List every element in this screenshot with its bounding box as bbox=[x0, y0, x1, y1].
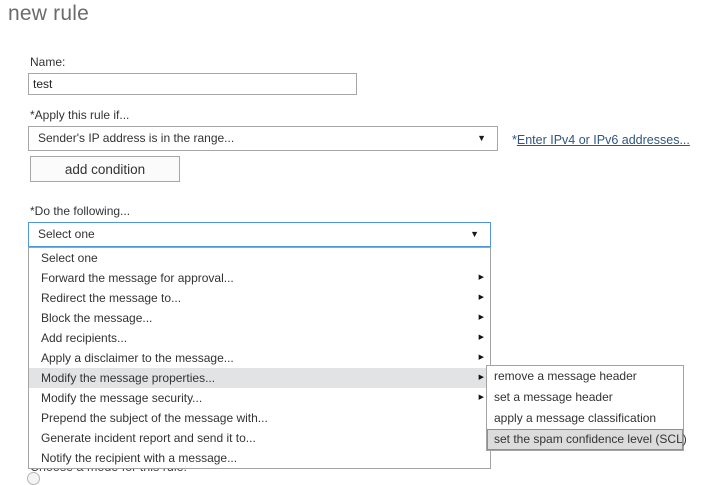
action-menu-item[interactable]: Generate incident report and send it to.… bbox=[29, 428, 490, 448]
action-menu-item[interactable]: Modify the message security... ▶ bbox=[29, 388, 490, 408]
action-menu-item[interactable]: Redirect the message to... ▶ bbox=[29, 288, 490, 308]
action-menu: Select one Forward the message for approv… bbox=[28, 247, 491, 469]
submenu-arrow-icon: ▶ bbox=[479, 368, 484, 388]
menu-item-label: Notify the recipient with a message... bbox=[41, 451, 237, 465]
action-menu-item[interactable]: Add recipients... ▶ bbox=[29, 328, 490, 348]
dropdown-arrow-icon: ▼ bbox=[477, 127, 486, 150]
menu-item-label: Modify the message properties... bbox=[41, 371, 215, 385]
action-menu-item[interactable]: Prepend the subject of the message with.… bbox=[29, 408, 490, 428]
submenu-arrow-icon: ▶ bbox=[479, 348, 484, 368]
menu-item-label: Redirect the message to... bbox=[41, 291, 181, 305]
menu-item-label: Select one bbox=[41, 251, 98, 265]
action-menu-item[interactable]: Select one bbox=[29, 248, 490, 268]
menu-item-label: Block the message... bbox=[41, 311, 152, 325]
menu-item-label: Forward the message for approval... bbox=[41, 271, 234, 285]
action-menu-item[interactable]: Forward the message for approval... ▶ bbox=[29, 268, 490, 288]
submenu-item[interactable]: set the spam confidence level (SCL) bbox=[487, 429, 683, 450]
submenu-arrow-icon: ▶ bbox=[479, 268, 484, 288]
condition-label: *Apply this rule if... bbox=[30, 108, 129, 122]
menu-item-label: set the spam confidence level (SCL) bbox=[494, 432, 687, 446]
condition-select[interactable]: Sender's IP address is in the range... ▼ bbox=[28, 126, 498, 151]
action-menu-item[interactable]: Notify the recipient with a message... bbox=[29, 448, 490, 468]
submenu-item[interactable]: remove a message header bbox=[487, 366, 683, 387]
submenu-arrow-icon: ▶ bbox=[479, 388, 484, 408]
submenu-item[interactable]: set a message header bbox=[487, 387, 683, 408]
dropdown-arrow-icon: ▼ bbox=[470, 223, 479, 246]
action-menu-item[interactable]: Modify the message properties... ▶ bbox=[29, 368, 490, 388]
menu-item-label: set a message header bbox=[494, 390, 613, 404]
new-rule-dialog: new rule Name: *Apply this rule if... Se… bbox=[0, 0, 712, 479]
action-select[interactable]: Select one ▼ bbox=[28, 222, 491, 247]
submenu-arrow-icon: ▶ bbox=[479, 288, 484, 308]
menu-item-label: Prepend the subject of the message with.… bbox=[41, 411, 268, 425]
condition-select-value: Sender's IP address is in the range... bbox=[38, 131, 234, 145]
enter-ip-addresses-link[interactable]: *Enter IPv4 or IPv6 addresses... bbox=[512, 133, 690, 147]
menu-item-label: Generate incident report and send it to.… bbox=[41, 431, 256, 445]
menu-item-label: Add recipients... bbox=[41, 331, 127, 345]
menu-item-label: apply a message classification bbox=[494, 411, 656, 425]
action-select-value: Select one bbox=[38, 227, 95, 241]
add-condition-button[interactable]: add condition bbox=[30, 156, 180, 182]
menu-item-label: Apply a disclaimer to the message... bbox=[41, 351, 234, 365]
name-label: Name: bbox=[30, 55, 65, 69]
menu-item-label: remove a message header bbox=[494, 369, 637, 383]
submenu-arrow-icon: ▶ bbox=[479, 308, 484, 328]
action-menu-item[interactable]: Apply a disclaimer to the message... ▶ bbox=[29, 348, 490, 368]
action-label: *Do the following... bbox=[30, 204, 130, 218]
menu-item-label: Modify the message security... bbox=[41, 391, 202, 405]
page-title: new rule bbox=[8, 2, 89, 26]
submenu-arrow-icon: ▶ bbox=[479, 328, 484, 348]
enter-ip-addresses-link-text: Enter IPv4 or IPv6 addresses... bbox=[517, 133, 690, 147]
submenu-item[interactable]: apply a message classification bbox=[487, 408, 683, 429]
action-submenu: remove a message header set a message hea… bbox=[486, 365, 684, 451]
action-menu-item[interactable]: Block the message... ▶ bbox=[29, 308, 490, 328]
rule-name-input[interactable] bbox=[28, 73, 357, 95]
